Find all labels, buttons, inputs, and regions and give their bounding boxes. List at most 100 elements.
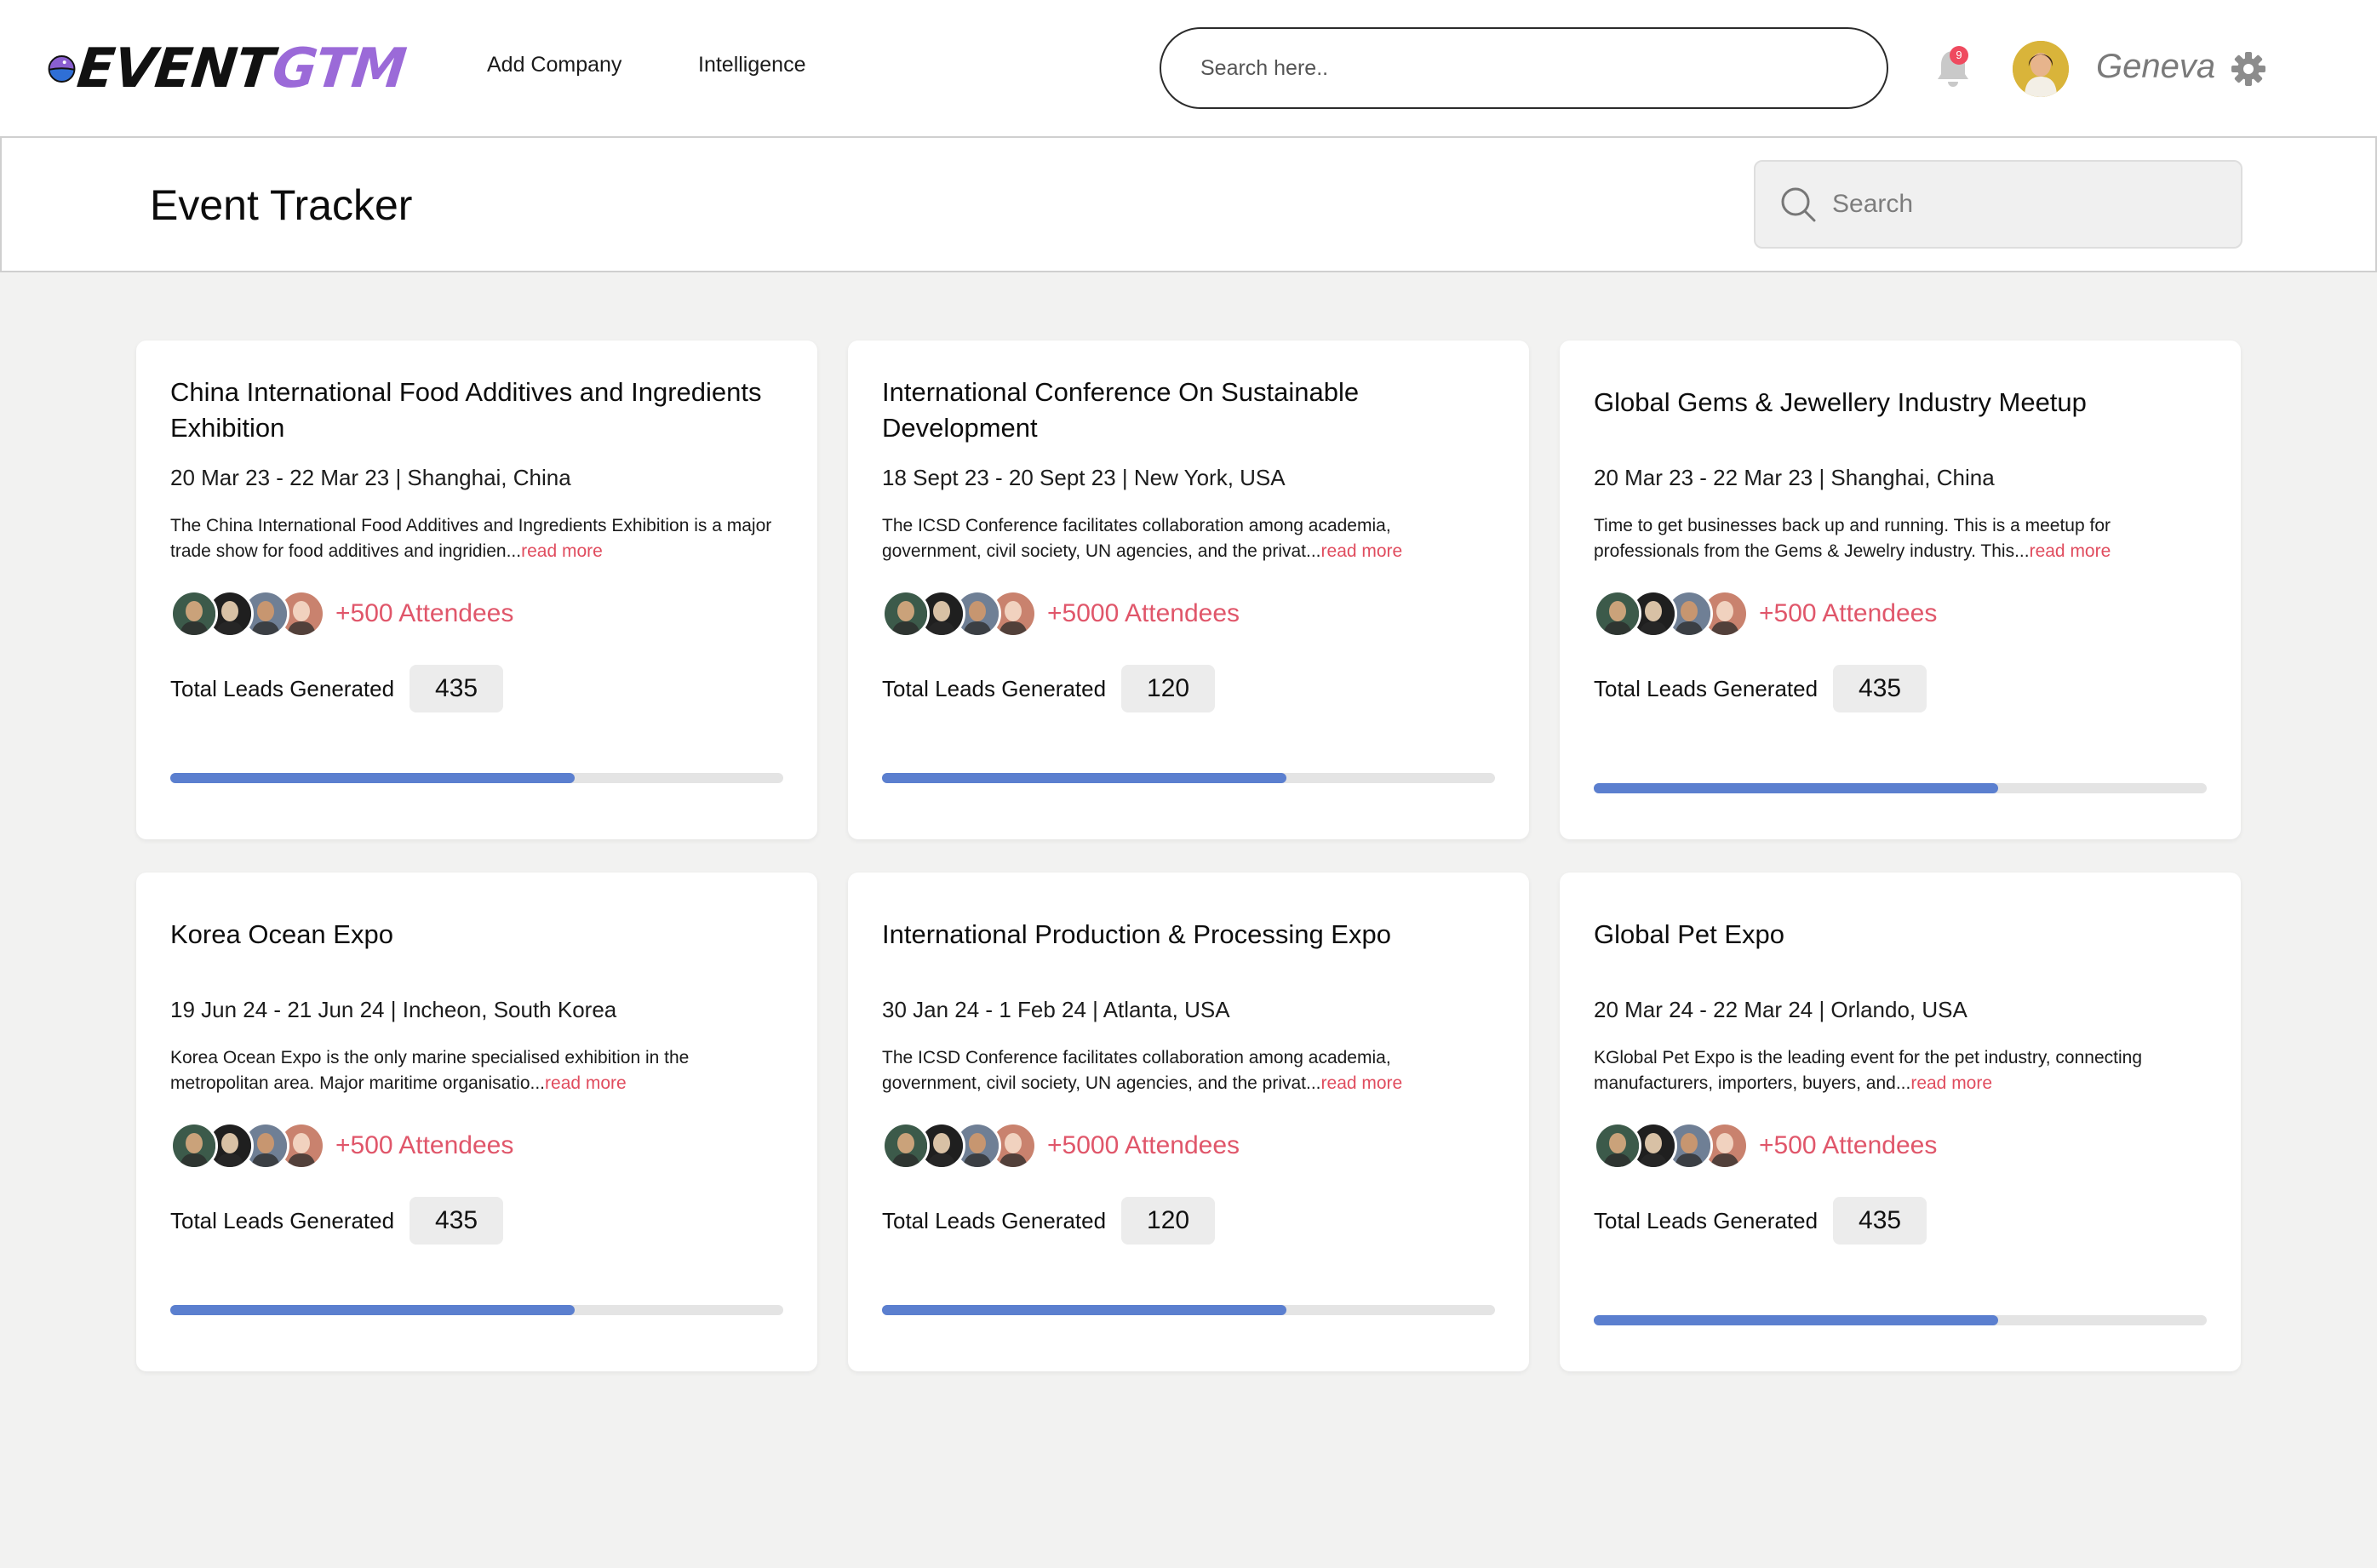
event-card-6[interactable]: Global Pet Expo 20 Mar 24 - 22 Mar 24 | … [1560, 873, 2241, 1371]
leads-progress-bar [170, 1305, 783, 1315]
attendee-avatar-icon [1594, 590, 1641, 638]
attendee-avatars [170, 588, 332, 639]
leads-value: 435 [1833, 1197, 1927, 1245]
settings-gear-icon[interactable] [2231, 51, 2266, 87]
attendee-count[interactable]: +500 Attendees [1759, 1131, 1937, 1160]
leads-label: Total Leads Generated [170, 1207, 395, 1233]
attendee-avatars [882, 588, 1044, 639]
attendee-count[interactable]: +5000 Attendees [1047, 599, 1240, 628]
leads-row: Total Leads Generated 435 [170, 665, 783, 712]
event-title[interactable]: Korea Ocean Expo [170, 907, 783, 978]
leads-label: Total Leads Generated [170, 675, 395, 701]
brand-logo[interactable]: EVENTGTM [48, 32, 409, 106]
event-date-location: 20 Mar 23 - 22 Mar 23 | Shanghai, China [170, 465, 571, 490]
event-title[interactable]: Global Gems & Jewellery Industry Meetup [1594, 375, 2207, 446]
event-date-location: 18 Sept 23 - 20 Sept 23 | New York, USA [882, 465, 1286, 490]
leads-progress-fill [1594, 783, 1999, 793]
event-card-2[interactable]: International Conference On Sustainable … [848, 340, 1529, 839]
leads-label: Total Leads Generated [1594, 1207, 1819, 1233]
event-date-location: 30 Jan 24 - 1 Feb 24 | Atlanta, USA [882, 997, 1230, 1022]
leads-label: Total Leads Generated [882, 675, 1107, 701]
logo-mark-icon [48, 55, 76, 83]
leads-progress-bar [1594, 1315, 2207, 1325]
event-description: KGlobal Pet Expo is the leading event fo… [1594, 1045, 2207, 1096]
global-search-box[interactable] [1160, 27, 1888, 109]
user-name[interactable]: Geneva [2096, 48, 2215, 86]
top-navigation-bar: EVENTGTM Add Company Intelligence 9 Gene… [0, 0, 2377, 136]
event-description: The China International Food Additives a… [170, 513, 783, 564]
attendee-count[interactable]: +500 Attendees [335, 599, 513, 628]
event-date-location: 20 Mar 23 - 22 Mar 23 | Shanghai, China [1594, 465, 1995, 490]
leads-value: 435 [1833, 665, 1927, 712]
attendee-avatar-icon [882, 1122, 930, 1170]
attendees-row: +5000 Attendees [882, 1120, 1495, 1171]
leads-progress-fill [882, 1305, 1287, 1315]
leads-progress-bar [1594, 783, 2207, 793]
page-title: Event Tracker [150, 181, 413, 229]
event-date-location: 20 Mar 24 - 22 Mar 24 | Orlando, USA [1594, 997, 1967, 1022]
event-card-5[interactable]: International Production & Processing Ex… [848, 873, 1529, 1371]
read-more-link[interactable]: read more [2030, 541, 2111, 561]
attendee-avatar-icon [170, 1122, 218, 1170]
brand-name-part-b: GTM [269, 37, 409, 100]
attendee-avatars [882, 1120, 1044, 1171]
event-search-box[interactable] [1754, 160, 2242, 249]
user-avatar-icon [2013, 41, 2069, 97]
event-description-text: The ICSD Conference facilitates collabor… [882, 516, 1391, 561]
leads-label: Total Leads Generated [1594, 675, 1819, 701]
leads-row: Total Leads Generated 435 [170, 1197, 783, 1245]
leads-value: 120 [1121, 1197, 1216, 1245]
attendee-count[interactable]: +500 Attendees [335, 1131, 513, 1160]
attendee-count[interactable]: +500 Attendees [1759, 599, 1937, 628]
leads-progress-fill [170, 773, 576, 783]
event-search-input[interactable] [1832, 190, 2207, 219]
attendee-avatars [170, 1120, 332, 1171]
event-date-location: 19 Jun 24 - 21 Jun 24 | Incheon, South K… [170, 997, 617, 1022]
leads-row: Total Leads Generated 435 [1594, 1197, 2207, 1245]
read-more-link[interactable]: read more [1321, 541, 1403, 561]
event-title[interactable]: China International Food Additives and I… [170, 375, 783, 446]
event-description: Korea Ocean Expo is the only marine spec… [170, 1045, 783, 1096]
leads-row: Total Leads Generated 120 [882, 1197, 1495, 1245]
attendee-avatar-icon [882, 590, 930, 638]
read-more-link[interactable]: read more [521, 541, 603, 561]
event-description: The ICSD Conference facilitates collabor… [882, 513, 1495, 564]
leads-progress-fill [882, 773, 1287, 783]
read-more-link[interactable]: read more [1910, 1073, 1992, 1093]
user-avatar[interactable] [2013, 41, 2069, 97]
leads-progress-bar [882, 1305, 1495, 1315]
brand-wordmark: EVENTGTM [74, 37, 409, 100]
attendees-row: +5000 Attendees [882, 588, 1495, 639]
event-description-text: The China International Food Additives a… [170, 516, 772, 561]
event-description: Time to get businesses back up and runni… [1594, 513, 2207, 564]
event-description-text: The ICSD Conference facilitates collabor… [882, 1048, 1391, 1093]
global-search-input[interactable] [1200, 55, 1847, 81]
event-title[interactable]: International Production & Processing Ex… [882, 907, 1495, 978]
leads-value: 435 [410, 665, 504, 712]
leads-row: Total Leads Generated 120 [882, 665, 1495, 712]
brand-name-part-a: EVENT [74, 37, 277, 100]
attendees-row: +500 Attendees [170, 1120, 783, 1171]
event-card-4[interactable]: Korea Ocean Expo 19 Jun 24 - 21 Jun 24 |… [136, 873, 817, 1371]
event-card-1[interactable]: China International Food Additives and I… [136, 340, 817, 839]
event-title[interactable]: Global Pet Expo [1594, 907, 2207, 978]
attendees-row: +500 Attendees [170, 588, 783, 639]
attendee-count[interactable]: +5000 Attendees [1047, 1131, 1240, 1160]
leads-progress-fill [1594, 1315, 1999, 1325]
attendee-avatars [1594, 588, 1756, 639]
nav-link-intelligence[interactable]: Intelligence [698, 53, 805, 77]
read-more-link[interactable]: read more [545, 1073, 627, 1093]
attendees-row: +500 Attendees [1594, 588, 2207, 639]
attendee-avatars [1594, 1120, 1756, 1171]
leads-progress-bar [170, 773, 783, 783]
event-card-3[interactable]: Global Gems & Jewellery Industry Meetup … [1560, 340, 2241, 839]
page-header: Event Tracker [0, 136, 2377, 272]
read-more-link[interactable]: read more [1321, 1073, 1403, 1093]
event-title[interactable]: International Conference On Sustainable … [882, 375, 1495, 446]
attendee-avatar-icon [1594, 1122, 1641, 1170]
nav-link-add-company[interactable]: Add Company [487, 53, 621, 77]
leads-row: Total Leads Generated 435 [1594, 665, 2207, 712]
leads-value: 435 [410, 1197, 504, 1245]
leads-value: 120 [1121, 665, 1216, 712]
event-description-text: KGlobal Pet Expo is the leading event fo… [1594, 1048, 2143, 1093]
